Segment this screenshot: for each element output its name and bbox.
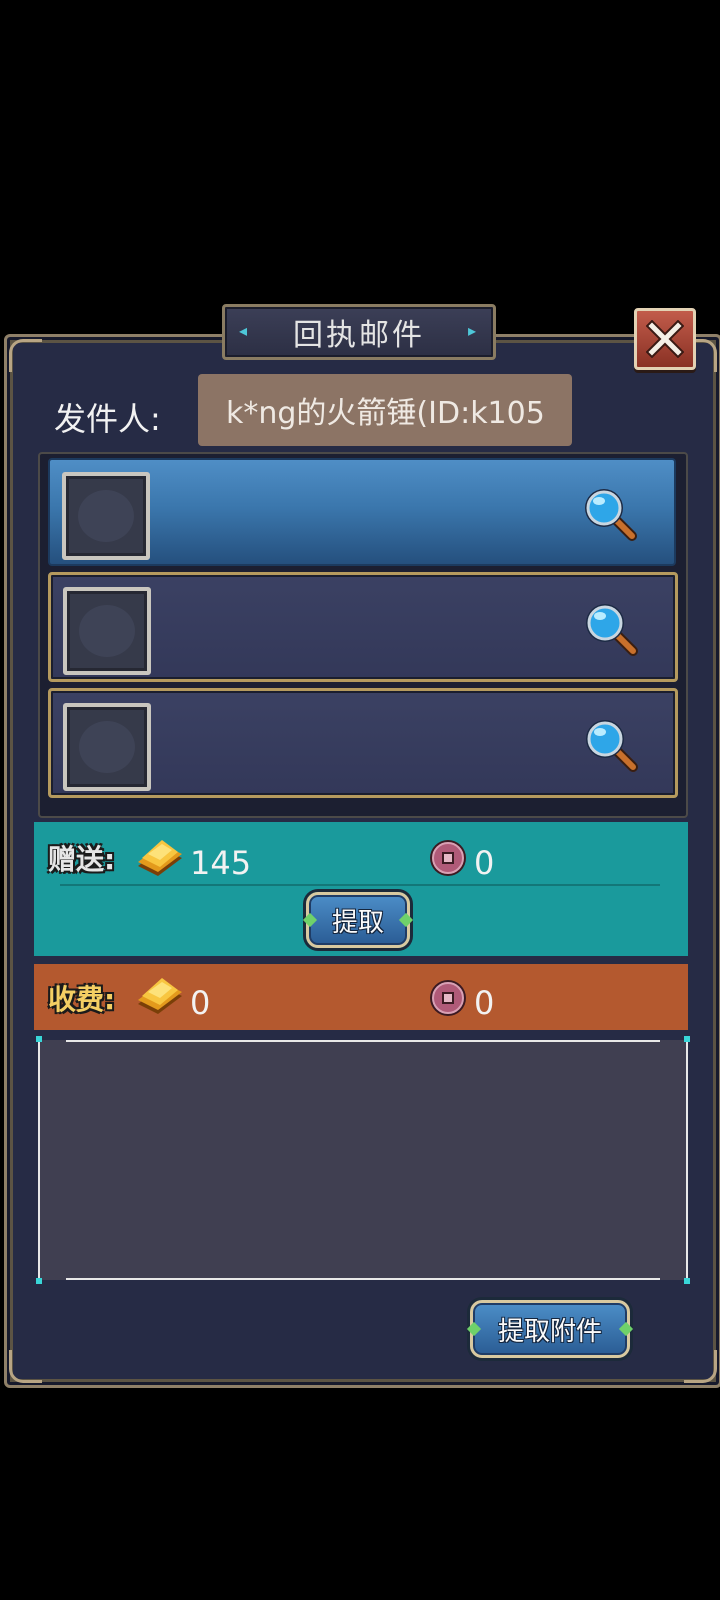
gift-section: 赠送: 145 0 提取 [34, 822, 688, 956]
magnifier-icon[interactable] [580, 484, 638, 542]
gift-label: 赠送: [48, 843, 116, 876]
item-slot[interactable] [63, 703, 151, 791]
gold-ingot-icon [138, 978, 182, 1014]
frame-corner [9, 1350, 42, 1383]
item-slot[interactable] [63, 587, 151, 675]
close-x-icon [646, 320, 684, 358]
claim-attachments-button[interactable]: 提取附件 [466, 1300, 634, 1358]
frame-corner [684, 1036, 690, 1042]
dialog-title: 回执邮件 [293, 318, 425, 353]
copper-coin-icon [430, 980, 466, 1016]
item-slot[interactable] [62, 472, 150, 560]
frame-corner [36, 1278, 42, 1284]
magnifier-icon[interactable] [581, 715, 639, 773]
fee-section: 收费: 0 0 [34, 964, 688, 1030]
fee-gold-amount: 0 [190, 984, 211, 1022]
close-button[interactable] [634, 308, 696, 370]
gold-ingot-icon [138, 840, 182, 876]
divider [60, 884, 660, 886]
magnifier-icon[interactable] [581, 599, 639, 657]
gift-gold-amount: 145 [190, 844, 252, 882]
frame-corner [684, 1278, 690, 1284]
message-body [36, 1036, 690, 1284]
attachment-list [38, 452, 688, 818]
left-arrow-icon: ◂ [239, 321, 251, 340]
attachment-row[interactable] [48, 688, 678, 798]
sender-name: k*ng的火箭锤(ID:k105 [226, 396, 545, 431]
attachment-row[interactable] [48, 458, 676, 566]
gem-icon [302, 912, 318, 928]
right-arrow-icon: ▸ [467, 321, 479, 340]
sender-label: 发件人: [54, 400, 161, 438]
dialog-title-plate: ◂ 回执邮件 ▸ [222, 304, 496, 360]
claim-button-label: 提取 [331, 907, 384, 938]
claim-button[interactable]: 提取 [302, 892, 414, 948]
frame-corner [9, 339, 42, 372]
sender-field: k*ng的火箭锤(ID:k105 [198, 374, 572, 446]
gem-icon [398, 912, 414, 928]
attachment-row[interactable] [48, 572, 678, 682]
frame-corner [684, 1350, 717, 1383]
copper-coin-icon [430, 840, 466, 876]
gift-coin-amount: 0 [474, 844, 495, 882]
fee-coin-amount: 0 [474, 984, 495, 1022]
frame-corner [36, 1036, 42, 1042]
fee-label: 收费: [48, 983, 116, 1016]
claim-attachments-label: 提取附件 [497, 1316, 602, 1347]
gem-icon [466, 1321, 482, 1337]
